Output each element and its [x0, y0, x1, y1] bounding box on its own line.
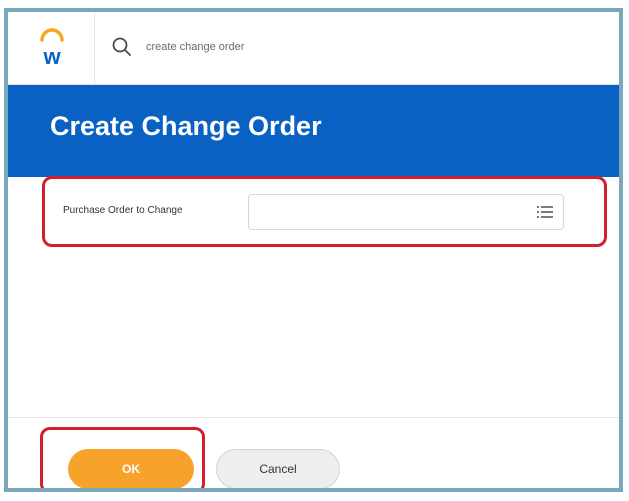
cancel-button[interactable]: Cancel [216, 449, 340, 488]
search-input[interactable] [146, 36, 446, 58]
purchase-order-prompt[interactable] [248, 194, 564, 230]
topbar-divider [94, 12, 95, 84]
ok-button[interactable]: OK [68, 449, 194, 488]
page-title: Create Change Order [50, 111, 322, 141]
workday-logo-icon[interactable]: w [22, 26, 82, 72]
app-window: w Create Change Order Purchase Order to … [4, 8, 623, 492]
purchase-order-label: Purchase Order to Change [63, 205, 183, 216]
list-prompt-icon[interactable] [537, 205, 553, 219]
top-bar: w [8, 12, 619, 85]
svg-text:w: w [42, 44, 61, 69]
page-header: Create Change Order [8, 85, 619, 177]
search-icon[interactable] [110, 35, 134, 59]
